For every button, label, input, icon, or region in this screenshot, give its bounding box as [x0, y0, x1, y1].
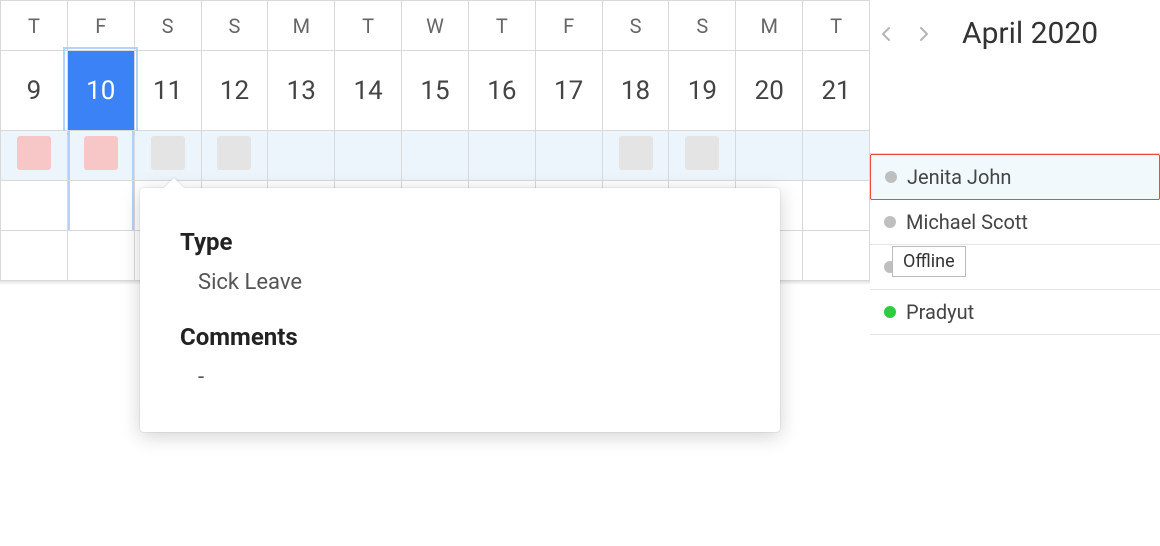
weekday-header: S [669, 1, 736, 51]
calendar-slot[interactable] [1, 181, 68, 231]
user-row[interactable]: Pradyut [870, 290, 1160, 335]
weekday-header: T [1, 1, 68, 51]
calendar-slot[interactable] [201, 131, 268, 181]
calendar-slot[interactable] [535, 131, 602, 181]
weekday-header: T [803, 1, 870, 51]
month-navigator: April 2020 [870, 10, 1160, 73]
leave-chip[interactable] [84, 136, 118, 170]
month-label: April 2020 [962, 16, 1098, 51]
user-name: Jenita John [907, 165, 1011, 189]
calendar-slot[interactable] [67, 231, 134, 281]
user-name: Pradyut [906, 300, 974, 324]
weekday-header: F [535, 1, 602, 51]
weekday-header: T [335, 1, 402, 51]
calendar-slot[interactable] [335, 131, 402, 181]
calendar-date-cell[interactable]: 18 [602, 51, 669, 131]
calendar-date-cell[interactable]: 12 [201, 51, 268, 131]
calendar-slot[interactable] [1, 231, 68, 281]
popover-type-value: Sick Leave [198, 270, 740, 295]
weekday-header: W [402, 1, 469, 51]
calendar-date-cell[interactable]: 21 [803, 51, 870, 131]
popover-comments-label: Comments [180, 323, 740, 351]
calendar-slot[interactable] [402, 131, 469, 181]
calendar-slot[interactable] [803, 181, 870, 231]
calendar-date-cell[interactable]: 16 [468, 51, 535, 131]
user-row[interactable]: Jenita John [870, 154, 1160, 200]
calendar-slot[interactable] [602, 131, 669, 181]
calendar-slot[interactable] [803, 131, 870, 181]
weekday-header: T [468, 1, 535, 51]
weekday-header: S [602, 1, 669, 51]
holiday-chip[interactable] [685, 136, 719, 170]
holiday-chip[interactable] [217, 136, 251, 170]
calendar-slot[interactable] [268, 131, 335, 181]
calendar-date-cell[interactable]: 11 [134, 51, 201, 131]
status-tooltip: Offline [892, 246, 966, 277]
calendar-slot[interactable] [736, 131, 803, 181]
weekday-header: F [67, 1, 134, 51]
weekday-header: M [736, 1, 803, 51]
calendar-slot[interactable] [67, 131, 134, 181]
popover-comments-value: - [198, 365, 740, 390]
popover-type-label: Type [180, 228, 740, 256]
status-offline-icon [885, 171, 897, 183]
holiday-chip[interactable] [151, 136, 185, 170]
calendar-date-cell[interactable]: 13 [268, 51, 335, 131]
calendar-date-cell[interactable]: 14 [335, 51, 402, 131]
weekday-header: S [201, 1, 268, 51]
calendar-date-cell[interactable]: 17 [535, 51, 602, 131]
calendar-slot[interactable] [803, 231, 870, 281]
calendar-date-cell[interactable]: 15 [402, 51, 469, 131]
calendar-slot[interactable] [1, 131, 68, 181]
leave-chip[interactable] [17, 136, 51, 170]
weekday-header: S [134, 1, 201, 51]
calendar-date-cell[interactable]: 19 [669, 51, 736, 131]
prev-month-button[interactable] [874, 21, 900, 47]
weekday-header: M [268, 1, 335, 51]
user-row[interactable]: Michael ScottOffline [870, 200, 1160, 245]
chevron-left-icon [879, 26, 895, 42]
calendar-slot[interactable] [67, 181, 134, 231]
calendar-date-cell[interactable]: 20 [736, 51, 803, 131]
next-month-button[interactable] [910, 21, 936, 47]
status-online-icon [884, 306, 896, 318]
holiday-chip[interactable] [619, 136, 653, 170]
calendar-slot[interactable] [468, 131, 535, 181]
status-offline-icon [884, 216, 896, 228]
user-list: Jenita JohnMichael ScottOfflinemuthuPrad… [870, 153, 1160, 335]
calendar-date-cell[interactable]: 9 [1, 51, 68, 131]
calendar-date-cell[interactable]: 10 [67, 51, 134, 131]
leave-detail-popover: Type Sick Leave Comments - [140, 188, 780, 432]
calendar-slot[interactable] [669, 131, 736, 181]
chevron-right-icon [915, 26, 931, 42]
calendar-slot[interactable] [134, 131, 201, 181]
user-name: Michael Scott [906, 210, 1028, 234]
